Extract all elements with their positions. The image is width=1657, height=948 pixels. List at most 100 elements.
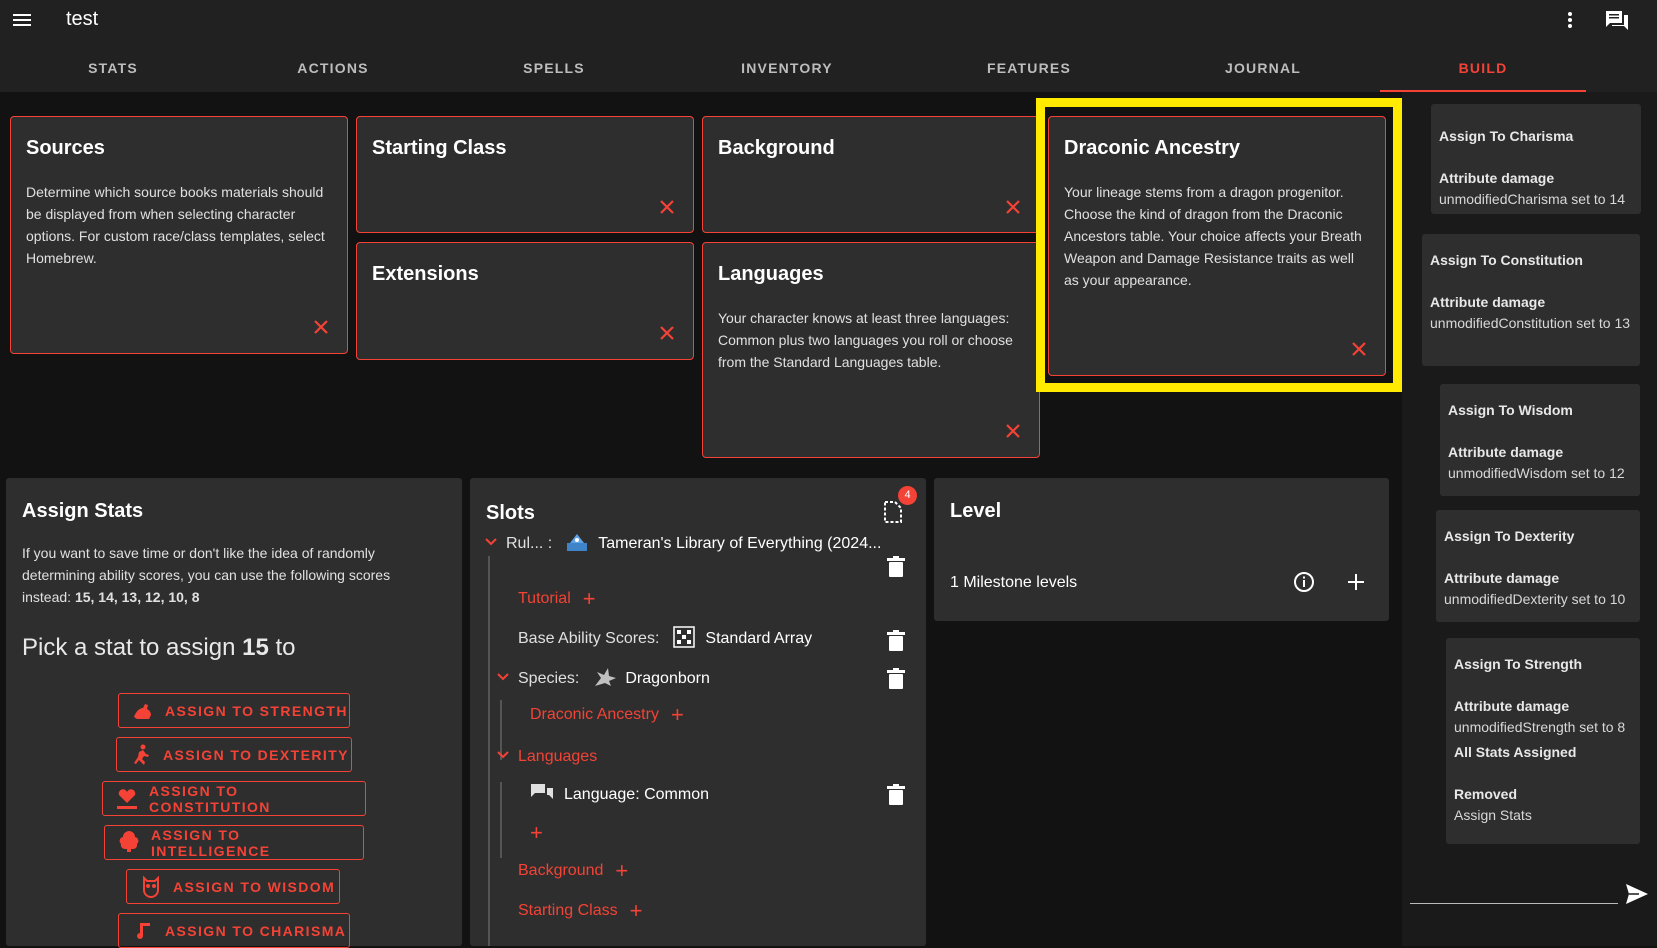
feed-title: Assign To Dexterity	[1444, 528, 1575, 544]
card-title: Starting Class	[372, 137, 507, 159]
assign-to-constitution-button[interactable]: ASSIGN TO CONSTITUTION	[102, 781, 366, 816]
remove-icon[interactable]	[1003, 421, 1023, 441]
slot-label: Starting Class	[518, 902, 618, 919]
languages-slot-row[interactable]: Languages	[496, 742, 597, 772]
panel-title: Level	[950, 500, 1002, 522]
starting-class-card[interactable]: Starting Class	[356, 116, 694, 233]
feed-detail: unmodifiedCharisma set to 14	[1439, 191, 1625, 207]
app-bar: test STATS ACTIONS SPELLS INVENTORY FEAT…	[0, 0, 1657, 92]
owl-icon	[139, 875, 163, 899]
more-vert-icon[interactable]	[1560, 8, 1580, 32]
add-icon[interactable]: +	[583, 588, 596, 610]
feed-title: Assign To Wisdom	[1448, 402, 1573, 418]
assign-to-charisma-button[interactable]: ASSIGN TO CHARISMA	[118, 913, 350, 948]
remove-icon[interactable]	[657, 323, 677, 343]
base-ability-slot-row[interactable]: Base Ability Scores: Standard Array	[518, 624, 838, 654]
info-icon[interactable]	[1292, 570, 1316, 594]
chat-icon[interactable]	[1604, 8, 1630, 32]
feed-subtitle: Attribute damage	[1430, 294, 1546, 310]
tutorial-slot-row[interactable]: Tutorial +	[518, 584, 596, 614]
slot-value: Dragonborn	[625, 670, 710, 687]
send-icon[interactable]	[1624, 882, 1650, 906]
add-language-row[interactable]: +	[530, 818, 543, 848]
assign-to-wisdom-button[interactable]: ASSIGN TO WISDOM	[126, 869, 340, 904]
chat-input[interactable]	[1410, 872, 1618, 904]
card-title: Extensions	[372, 263, 479, 285]
hamburger-menu-icon[interactable]	[10, 8, 34, 32]
species-slot-row[interactable]: Species: Dragonborn	[496, 664, 816, 694]
speech-bubbles-icon	[530, 783, 554, 808]
tab-actions[interactable]: ACTIONS	[228, 50, 438, 92]
strength-arm-icon	[131, 699, 155, 723]
highlight-box	[1036, 98, 1402, 392]
remove-icon[interactable]	[657, 197, 677, 217]
feed-item: Assign To Constitution Attribute damage …	[1422, 234, 1640, 366]
add-icon[interactable]: +	[671, 704, 684, 726]
dragon-icon	[593, 666, 617, 693]
slot-label: Species:	[518, 670, 580, 687]
trash-icon[interactable]	[886, 784, 906, 806]
slot-value: Standard Array	[705, 630, 813, 647]
level-panel: Level 1 Milestone levels	[934, 478, 1389, 621]
feed-subtitle: Attribute damage	[1444, 570, 1560, 586]
panel-title: Slots	[486, 502, 535, 524]
trash-icon[interactable]	[886, 630, 906, 652]
chevron-down-icon[interactable]	[484, 535, 498, 554]
add-icon[interactable]: +	[630, 900, 643, 922]
button-label: ASSIGN TO WISDOM	[173, 878, 336, 895]
add-icon[interactable]: +	[530, 822, 543, 844]
trash-icon[interactable]	[886, 668, 906, 690]
tab-inventory[interactable]: INVENTORY	[680, 50, 894, 92]
activity-feed: Assign To Charisma Attribute damage unmo…	[1402, 92, 1657, 946]
library-icon	[566, 531, 588, 558]
feed-title: Assign To Charisma	[1439, 128, 1574, 144]
button-label: ASSIGN TO INTELLIGENCE	[151, 826, 271, 859]
remove-icon[interactable]	[311, 317, 331, 337]
tree-line	[500, 782, 502, 858]
slot-label: Background	[518, 862, 604, 879]
feed-title: Assign To Constitution	[1430, 252, 1583, 268]
tab-spells[interactable]: SPELLS	[448, 50, 660, 92]
add-level-icon[interactable]	[1344, 570, 1368, 594]
feed-detail: unmodifiedDexterity set to 10	[1444, 591, 1626, 607]
feed-title: Assign To Strength	[1454, 656, 1583, 672]
notification-badge: 4	[898, 486, 917, 505]
feed-subtitle: Removed	[1454, 786, 1518, 802]
score-list: 15, 14, 13, 12, 10, 8	[74, 589, 200, 605]
heart-bar-icon	[115, 787, 139, 811]
language-common-slot-row[interactable]: Language: Common	[530, 780, 830, 810]
chevron-down-icon[interactable]	[496, 670, 510, 689]
chevron-down-icon[interactable]	[496, 748, 510, 767]
draconic-ancestry-slot-row[interactable]: Draconic Ancestry +	[530, 700, 684, 730]
feed-subtitle: Attribute damage	[1448, 444, 1564, 460]
slot-label: Base Ability Scores:	[518, 630, 660, 647]
trash-icon[interactable]	[886, 556, 906, 578]
slots-panel: Slots 4 Rul... : Tameran's Library of Ev…	[470, 478, 926, 946]
starting-class-slot-row[interactable]: Starting Class +	[518, 896, 642, 926]
background-slot-row[interactable]: Background +	[518, 856, 628, 886]
extensions-card[interactable]: Extensions	[356, 242, 694, 360]
assign-to-strength-button[interactable]: ASSIGN TO STRENGTH	[118, 693, 350, 728]
tab-build[interactable]: BUILD	[1380, 50, 1586, 92]
button-label: ASSIGN TO CONSTITUTION	[149, 782, 271, 815]
background-card[interactable]: Background	[702, 116, 1040, 233]
assign-to-dexterity-button[interactable]: ASSIGN TO DEXTERITY	[116, 737, 352, 772]
milestone-label: 1 Milestone levels	[950, 574, 1078, 591]
tab-journal[interactable]: JOURNAL	[1156, 50, 1370, 92]
assign-to-intelligence-button[interactable]: ASSIGN TO INTELLIGENCE	[104, 825, 364, 860]
tab-stats[interactable]: STATS	[8, 50, 218, 92]
feed-detail: Assign Stats	[1454, 807, 1532, 823]
slot-label: Draconic Ancestry	[530, 706, 659, 723]
tab-features[interactable]: FEATURES	[922, 50, 1136, 92]
sources-card[interactable]: Sources Determine which source books mat…	[10, 116, 348, 354]
app-title: test	[66, 8, 99, 30]
document-icon[interactable]	[882, 500, 904, 524]
add-icon[interactable]: +	[615, 860, 628, 882]
feed-subtitle: Attribute damage	[1439, 170, 1555, 186]
panel-title: Assign Stats	[22, 500, 144, 522]
slot-label: Rul... :	[506, 535, 553, 552]
music-note-icon	[131, 919, 155, 943]
languages-card[interactable]: Languages Your character knows at least …	[702, 242, 1040, 458]
remove-icon[interactable]	[1003, 197, 1023, 217]
rules-slot-row[interactable]: Rul... : Tameran's Library of Everything…	[484, 524, 904, 564]
